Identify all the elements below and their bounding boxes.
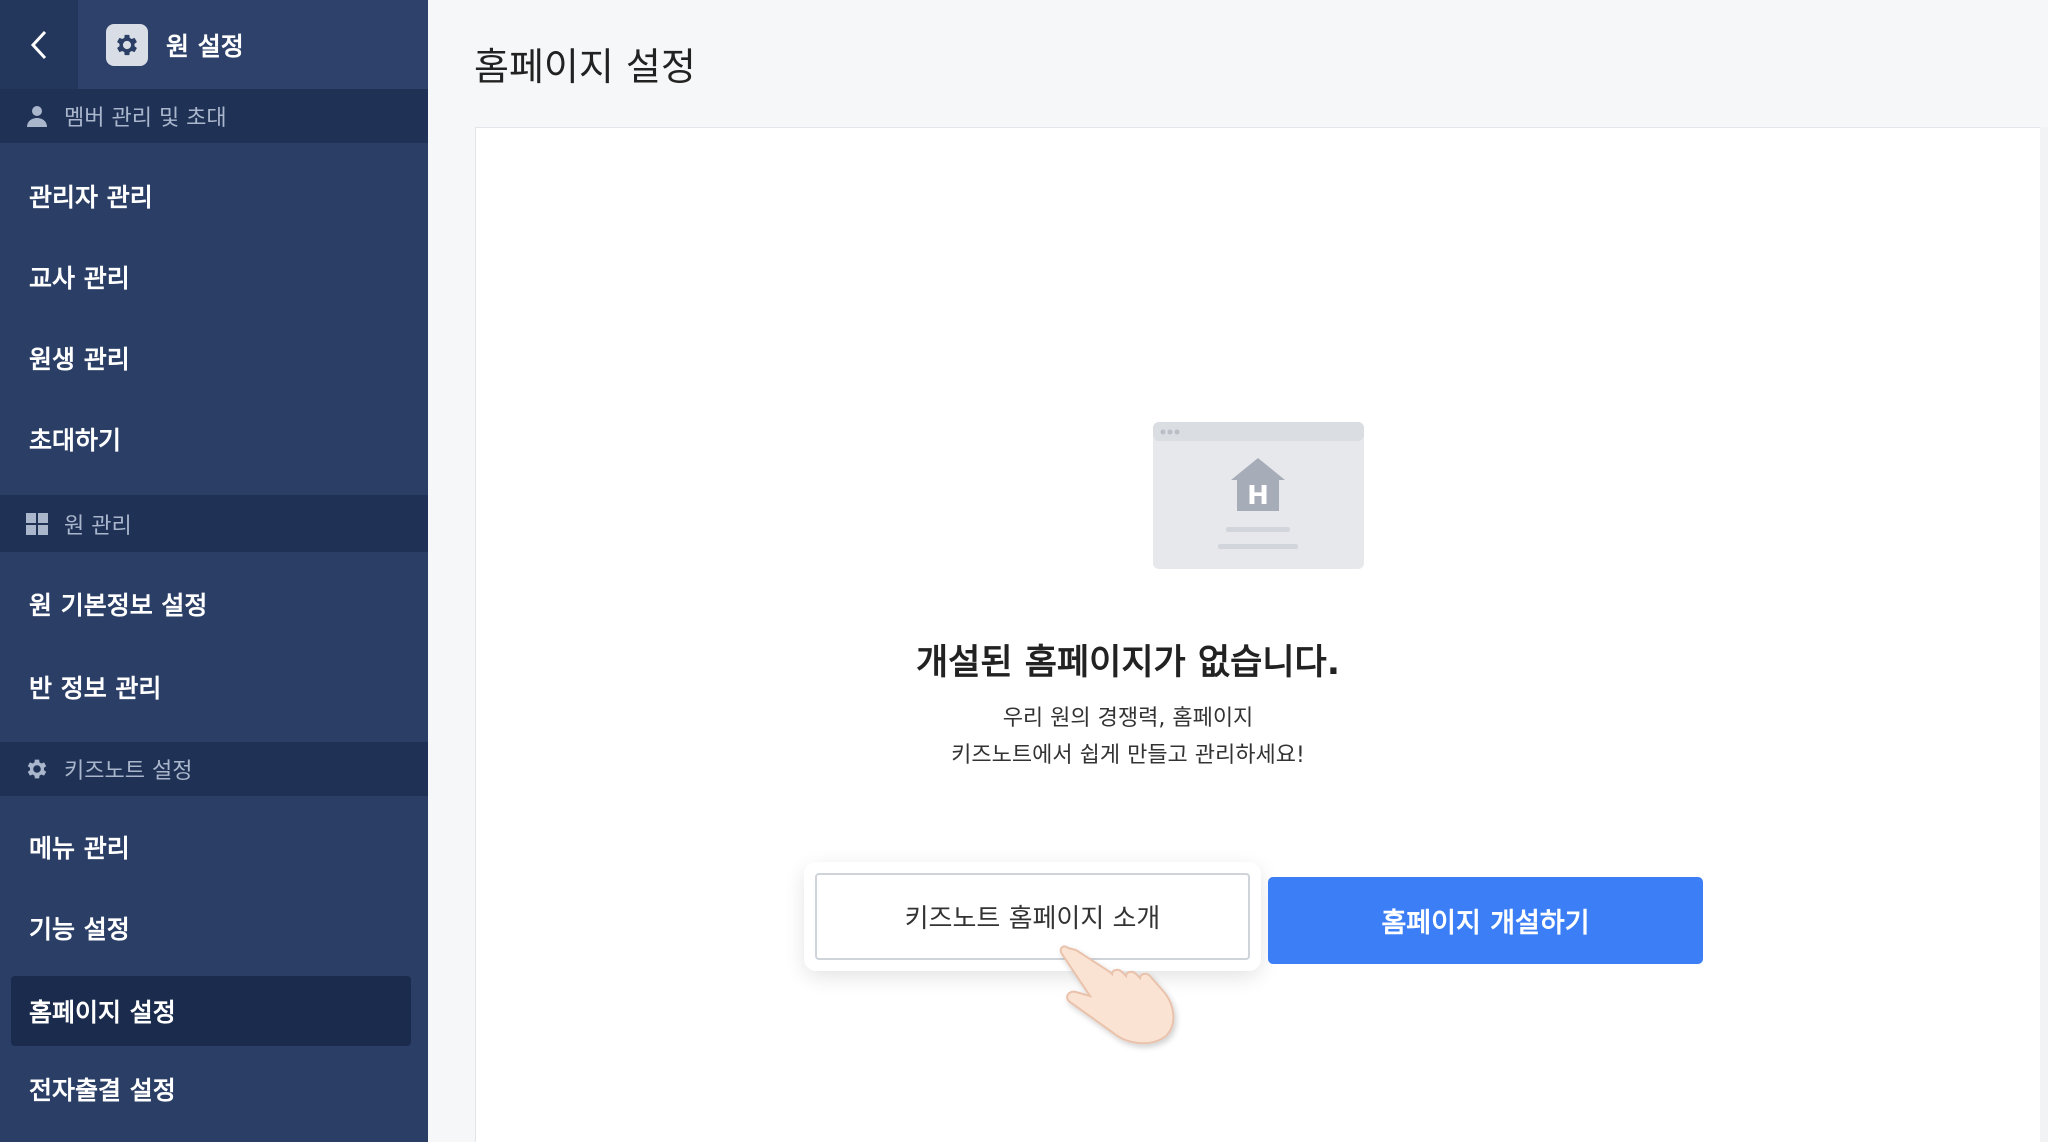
sidebar-item-attendance-settings[interactable]: 전자출결 설정 (0, 1054, 428, 1124)
sidebar-item-student-management[interactable]: 원생 관리 (0, 323, 428, 393)
sidebar-item-menu-management[interactable]: 메뉴 관리 (0, 812, 428, 882)
description-line-2: 키즈노트에서 쉽게 만들고 관리하세요! (951, 743, 1305, 768)
section-label: 키즈노트 설정 (64, 759, 193, 784)
chevron-left-icon (30, 30, 47, 59)
empty-state-description: 우리 원의 경쟁력, 홈페이지 키즈노트에서 쉽게 만들고 관리하세요! (428, 700, 1828, 774)
section-header-members: 멤버 관리 및 초대 (0, 89, 428, 143)
grid-icon (24, 511, 50, 537)
section-header-center: 원 관리 (0, 495, 428, 552)
back-button[interactable] (0, 0, 78, 89)
sidebar-title: 원 설정 (166, 31, 244, 61)
section-label: 원 관리 (64, 513, 132, 539)
gear-icon (106, 23, 148, 66)
empty-state-title: 개설된 홈페이지가 없습니다. (915, 643, 1341, 683)
kidsnote-homepage-intro-button[interactable]: 키즈노트 홈페이지 소개 (815, 873, 1250, 960)
sidebar-item-invite[interactable]: 초대하기 (0, 404, 428, 474)
sidebar-item-homepage-settings[interactable]: 홈페이지 설정 (11, 976, 411, 1046)
sidebar-item-admin-management[interactable]: 관리자 관리 (0, 161, 428, 231)
section-header-kidsnote: 키즈노트 설정 (0, 742, 428, 796)
sidebar-item-basic-info[interactable]: 원 기본정보 설정 (0, 569, 428, 639)
hand-pointer-icon (1059, 945, 1175, 1045)
description-line-1: 우리 원의 경쟁력, 홈페이지 (1002, 706, 1254, 731)
sidebar-header: 원 설정 (78, 0, 428, 89)
section-label: 멤버 관리 및 초대 (64, 106, 227, 131)
homepage-browser-icon: H (1153, 422, 1364, 569)
main-content: 홈페이지 설정 (428, 0, 2048, 1142)
gear-icon (24, 756, 50, 782)
page-title: 홈페이지 설정 (474, 45, 696, 89)
sidebar-item-teacher-management[interactable]: 교사 관리 (0, 242, 428, 312)
sidebar: 원 설정 멤버 관리 및 초대 관리자 관리 교사 관리 원생 관리 초대하기 (0, 0, 428, 1142)
scrollbar[interactable] (2040, 127, 2048, 1142)
app-window: 원 설정 멤버 관리 및 초대 관리자 관리 교사 관리 원생 관리 초대하기 (0, 0, 2048, 1142)
sidebar-item-class-info[interactable]: 반 정보 관리 (0, 652, 428, 722)
illustration-letter: H (1247, 481, 1269, 511)
person-icon (24, 103, 50, 129)
sidebar-item-feature-settings[interactable]: 기능 설정 (0, 893, 428, 963)
open-homepage-button[interactable]: 홈페이지 개설하기 (1268, 877, 1703, 964)
